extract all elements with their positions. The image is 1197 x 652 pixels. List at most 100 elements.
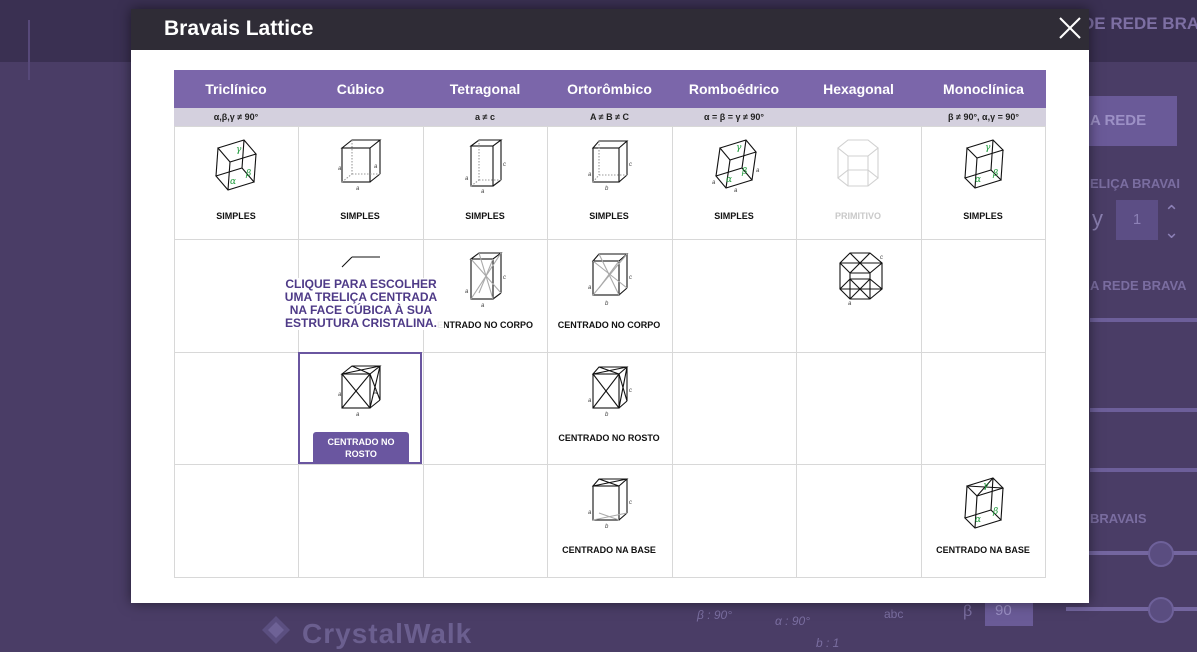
svg-text:b: b	[605, 412, 609, 418]
abc-axis-icon[interactable]: abc	[884, 607, 903, 621]
lattice-tetragonal-simple[interactable]: a c a SIMPLES	[423, 126, 547, 238]
svg-text:α: α	[975, 515, 981, 525]
svg-text:β: β	[992, 169, 998, 179]
lattice-orthorhombic-base-centered[interactable]: a c b CENTRADO NA BASE	[547, 464, 671, 576]
cell-label: CENTRADO NA BASE	[562, 545, 656, 555]
svg-text:b: b	[605, 301, 609, 307]
lattice-hexagonal-primitive[interactable]: PRIMITIVO	[796, 126, 920, 238]
svg-text:a: a	[588, 172, 592, 178]
column-header-triclinic: Triclínico	[205, 81, 267, 97]
condition-tetragonal: a ≠ c	[475, 112, 495, 122]
slider-track[interactable]	[1066, 607, 1197, 611]
svg-text:a: a	[848, 301, 852, 305]
divider	[1090, 468, 1197, 472]
svg-text:a: a	[481, 189, 485, 195]
cell-label: SIMPLES	[963, 211, 1003, 221]
background-decoration	[0, 20, 30, 80]
condition-row: α,β,γ ≠ 90° a ≠ c A ≠ B ≠ C α = β = γ ≠ …	[174, 108, 1046, 126]
svg-text:c: c	[503, 275, 506, 281]
close-icon[interactable]	[1055, 13, 1085, 43]
svg-text:α: α	[975, 175, 981, 185]
svg-text:a: a	[465, 176, 469, 182]
abc-icon-label: abc	[884, 607, 904, 621]
svg-text:a: a	[338, 392, 342, 398]
cell-label: CENTRADO NO ROSTO	[558, 433, 660, 443]
condition-orthorhombic: A ≠ B ≠ C	[589, 112, 630, 122]
column-header-rhombohedral: Romboédrico	[688, 81, 780, 97]
orthorhombic-fcc-cell-icon: a c b	[588, 366, 632, 418]
monoclinic-cell-icon: γ β α	[963, 139, 1005, 189]
svg-text:a: a	[338, 166, 342, 172]
chevron-down-icon[interactable]: ⌄	[1164, 223, 1179, 241]
svg-text:γ: γ	[983, 481, 989, 491]
lattice-monoclinic-base-centered[interactable]: γ β α CENTRADO NA BASE	[921, 464, 1045, 576]
lattice-rhombohedral-simple[interactable]: γ βα a a a SIMPLES	[672, 126, 796, 238]
column-header-monoclinic: Monoclínica	[943, 81, 1024, 97]
chevron-up-icon[interactable]: ⌃	[1164, 203, 1179, 221]
condition-triclinic: α,β,γ ≠ 90°	[213, 112, 259, 122]
crystalwalk-logo: CrystalWalk	[302, 618, 473, 649]
svg-text:γ: γ	[985, 143, 991, 153]
lattice-hexagonal-compact[interactable]: ca	[796, 239, 920, 351]
hexagonal-cell-icon	[837, 139, 879, 187]
slider-handle[interactable]	[1148, 597, 1174, 623]
beta-angle-readout: β : 90°	[697, 608, 733, 622]
condition-monoclinic: β ≠ 90°, α,γ = 90°	[948, 112, 1019, 122]
lattice-orthorhombic-simple[interactable]: a c b SIMPLES	[547, 126, 671, 238]
svg-text:c: c	[503, 162, 506, 168]
y-label: y	[1092, 206, 1103, 231]
tooltip: CLIQUE PARA ESCOLHER UMA TRELIÇA CENTRAD…	[278, 278, 444, 330]
cell-label: SIMPLES	[465, 211, 505, 221]
svg-text:γ: γ	[736, 143, 742, 153]
orthorhombic-base-cell-icon: a c b	[588, 478, 632, 530]
svg-text:b: b	[605, 186, 609, 192]
svg-text:β: β	[245, 169, 251, 179]
svg-text:a: a	[481, 303, 485, 309]
cell-label: SIMPLES	[714, 211, 754, 221]
svg-text:c: c	[629, 500, 632, 506]
svg-text:a: a	[356, 186, 360, 192]
bravais-net-label: A REDE BRAVA	[1090, 278, 1187, 293]
lattice-cubic-simple[interactable]: a a a SIMPLES	[298, 126, 422, 238]
cell-label: SIMPLES	[589, 211, 629, 221]
orthorhombic-cell-icon: a c b	[588, 140, 632, 192]
svg-text:c: c	[629, 388, 632, 394]
lattice-button[interactable]: A REDE	[1082, 96, 1177, 146]
condition-rhombohedral: α = β = γ ≠ 90°	[703, 112, 765, 122]
lattice-orthorhombic-face-centered[interactable]: a c b CENTRADO NO ROSTO	[547, 352, 671, 464]
svg-text:α: α	[230, 177, 236, 187]
svg-text:b: b	[605, 524, 609, 530]
svg-text:β: β	[992, 507, 998, 517]
svg-text:c: c	[629, 162, 632, 168]
svg-text:a: a	[712, 180, 716, 186]
condition-cubic	[298, 108, 423, 126]
cell-label: PRIMITIVO	[834, 211, 881, 221]
bravais-lattice-label: ELIÇA BRAVAI	[1090, 176, 1181, 191]
column-header-tetragonal: Tetragonal	[449, 81, 521, 97]
bravais-section-label: BRAVAIS	[1090, 511, 1147, 526]
column-header-orthorhombic: Ortorômbico	[567, 81, 652, 97]
beta-label: β	[963, 603, 973, 620]
cell-label: CENTRADO NO CORPO	[557, 320, 661, 330]
y-repetition-input[interactable]: 1	[1116, 200, 1158, 240]
side-panel-title: DE REDE BRA	[1082, 14, 1197, 33]
condition-hexagonal	[796, 108, 921, 126]
svg-text:a: a	[356, 412, 360, 418]
svg-text:α: α	[726, 175, 732, 185]
svg-text:c: c	[629, 275, 632, 281]
lattice-triclinic-simple[interactable]: γ βα SIMPLES	[174, 126, 298, 238]
svg-text:γ: γ	[236, 145, 242, 155]
svg-text:a: a	[465, 289, 469, 295]
slider-handle[interactable]	[1148, 541, 1174, 567]
lattice-cubic-face-centered[interactable]: aaa CENTRADO NO ROSTO	[298, 352, 422, 464]
cubic-cell-icon: a a a	[338, 139, 382, 192]
cell-label: CENTRADO NA BASE	[936, 545, 1030, 555]
crystalwalk-logo-icon	[262, 616, 290, 644]
column-header-cubic: Cúbico	[336, 81, 385, 97]
svg-text:a: a	[588, 398, 592, 404]
lattice-monoclinic-simple[interactable]: γ β α SIMPLES	[921, 126, 1045, 238]
svg-text:a: a	[588, 510, 592, 516]
cubic-bcc-cell-icon	[341, 256, 380, 268]
lattice-orthorhombic-body-centered[interactable]: a c b CENTRADO NO CORPO	[547, 239, 671, 351]
column-header-hexagonal: Hexagonal	[823, 81, 894, 97]
